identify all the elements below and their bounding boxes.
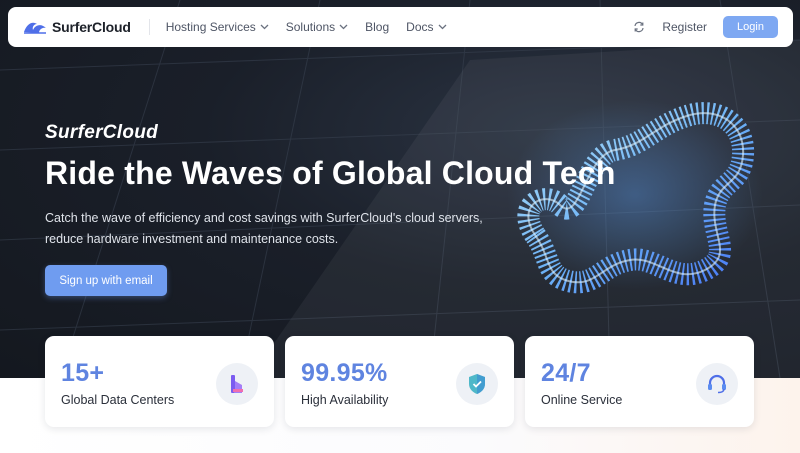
- hero-brand-name: SurferCloud: [45, 122, 159, 143]
- nav-item-label: Blog: [365, 20, 390, 34]
- nav-item-label: Hosting Services: [165, 20, 256, 34]
- register-link[interactable]: Register: [662, 20, 707, 34]
- stat-value: 99.95%: [301, 359, 388, 387]
- chevron-down-icon: [339, 24, 348, 30]
- chevron-down-icon: [438, 24, 446, 30]
- headset-icon: [696, 363, 738, 405]
- stat-card-online-service: 24/7 Online Service: [525, 336, 754, 427]
- wave-ribbon-illustration: [507, 100, 763, 294]
- nav-item-label: Docs: [406, 20, 434, 34]
- nav-divider: [148, 19, 150, 35]
- nav-item-label: Solutions: [285, 20, 336, 34]
- stat-value: 24/7: [541, 359, 591, 387]
- stat-card-data-centers: 15+ Global Data Centers: [45, 336, 274, 427]
- nav-docs[interactable]: Docs: [406, 20, 446, 34]
- top-navbar: SurferCloud Hosting Services Solutions B…: [8, 7, 793, 47]
- login-button[interactable]: Login: [723, 16, 778, 38]
- stat-label: Global Data Centers: [61, 393, 175, 407]
- nav-hosting-services[interactable]: Hosting Services: [166, 20, 269, 34]
- stat-card-availability: 99.95% High Availability: [285, 336, 514, 427]
- nav-blog[interactable]: Blog: [365, 20, 389, 34]
- brand-name: SurferCloud: [52, 19, 131, 35]
- hero-description: Catch the wave of efficiency and cost sa…: [45, 211, 483, 246]
- language-switch-icon[interactable]: [632, 20, 646, 34]
- hero-section: SurferCloud Ride the Waves of Global Clo…: [0, 0, 800, 378]
- nav-actions: Register Login: [632, 16, 778, 38]
- stat-label: Online Service: [541, 393, 623, 407]
- shield-check-icon: [456, 363, 498, 405]
- signup-email-button[interactable]: Sign up with email: [45, 265, 167, 296]
- chevron-down-icon: [260, 24, 269, 30]
- data-center-icon: [216, 363, 258, 405]
- hero-title: Ride the Waves of Global Cloud Tech: [45, 155, 616, 191]
- surfercloud-logo-icon: [24, 22, 46, 34]
- nav-solutions[interactable]: Solutions: [286, 20, 348, 34]
- site-logo[interactable]: SurferCloud: [23, 7, 131, 47]
- stat-value: 15+: [61, 359, 105, 387]
- stat-label: High Availability: [301, 393, 389, 407]
- main-nav: Hosting Services Solutions Blog Docs: [166, 20, 464, 34]
